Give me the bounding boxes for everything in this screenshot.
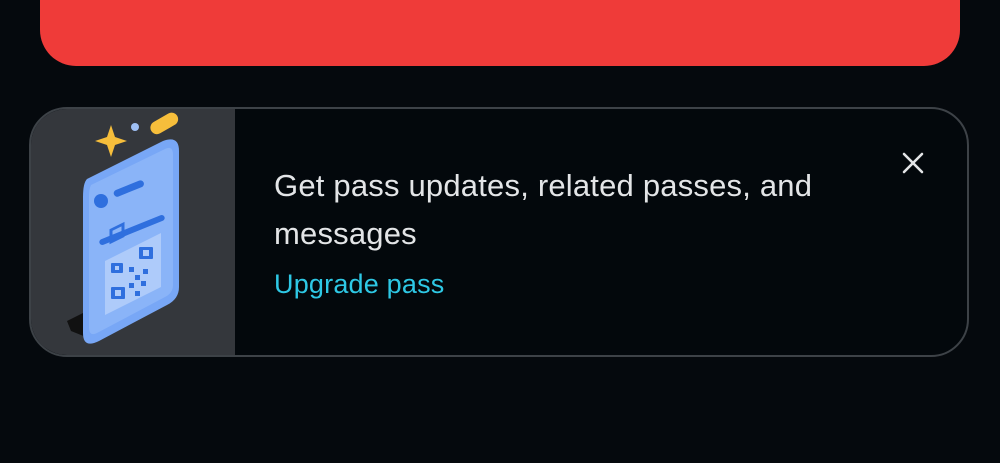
pass-upgrade-card: Get pass updates, related passes, and me… — [29, 107, 969, 357]
promo-message: Get pass updates, related passes, and me… — [274, 168, 813, 251]
upgrade-pass-link[interactable]: Upgrade pass — [274, 267, 445, 301]
phone-pass-qr-icon — [67, 112, 179, 344]
phone-pass-illustration — [31, 109, 235, 355]
red-action-banner[interactable] — [40, 0, 960, 66]
screen: Get pass updates, related passes, and me… — [0, 0, 1000, 463]
close-button[interactable] — [893, 143, 933, 183]
close-icon — [902, 152, 924, 174]
